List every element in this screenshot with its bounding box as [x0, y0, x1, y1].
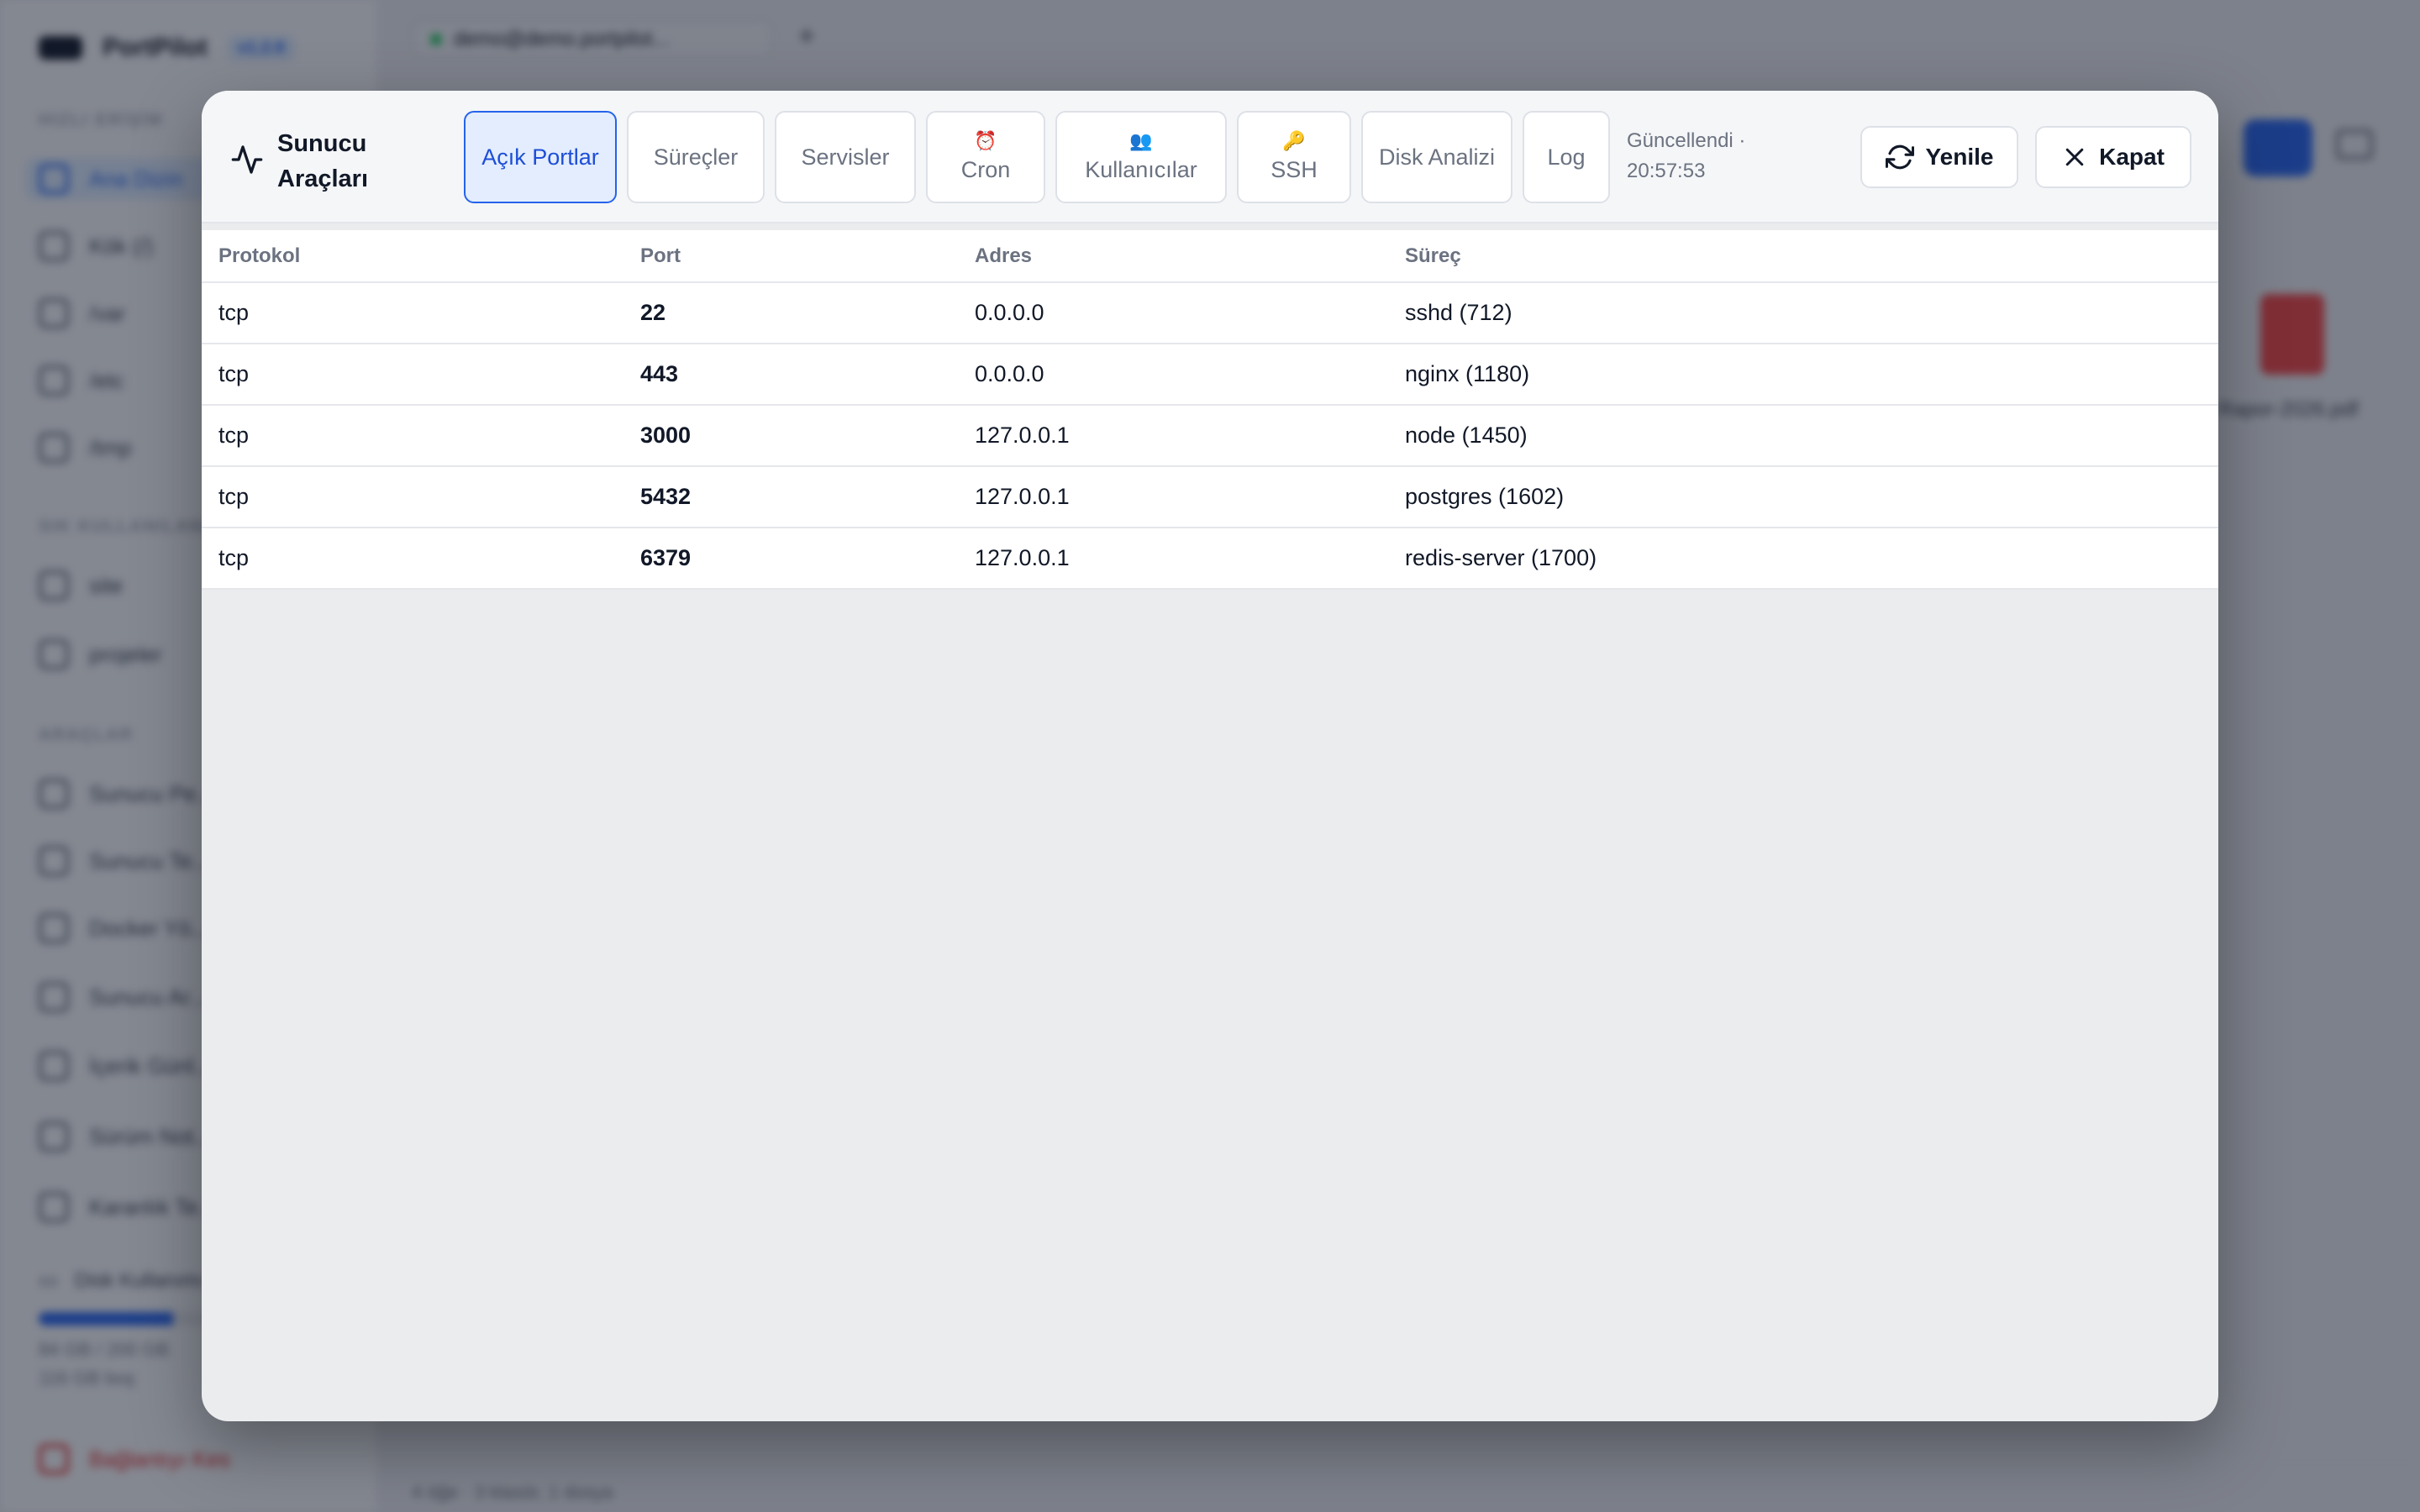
cell-port: 443 — [623, 344, 958, 406]
refresh-button[interactable]: Yenile — [1860, 126, 2018, 188]
users-icon: 👥 — [1129, 130, 1153, 151]
last-updated-label: Güncellendi · — [1627, 129, 1746, 152]
close-label: Kapat — [2099, 144, 2165, 170]
cell-process: nginx (1180) — [1388, 344, 2218, 406]
key-icon: 🔑 — [1282, 130, 1306, 151]
modal-title-group: Sunucu Araçları — [230, 126, 429, 197]
table-row[interactable]: tcp 443 0.0.0.0 nginx (1180) — [202, 344, 2218, 406]
tab-ssh[interactable]: 🔑 SSH — [1237, 111, 1351, 203]
column-header-protocol[interactable]: Protokol — [202, 230, 623, 283]
close-icon — [2065, 148, 2084, 166]
cell-port: 3000 — [623, 405, 958, 467]
tab-label: Süreçler — [653, 144, 739, 170]
cell-port: 22 — [623, 282, 958, 344]
cell-protocol: tcp — [202, 344, 623, 406]
table-row[interactable]: tcp 3000 127.0.0.1 node (1450) — [202, 405, 2218, 467]
cell-protocol: tcp — [202, 466, 623, 528]
cell-protocol: tcp — [202, 282, 623, 344]
tab-users[interactable]: 👥 Kullanıcılar — [1055, 111, 1227, 203]
column-header-port[interactable]: Port — [623, 230, 958, 283]
tab-log[interactable]: Log — [1523, 111, 1610, 203]
tab-services[interactable]: Servisler — [775, 111, 916, 203]
open-ports-table: Protokol Port Adres Süreç tcp 22 0.0.0.0… — [202, 230, 2218, 590]
cell-address: 127.0.0.1 — [958, 405, 1388, 467]
tab-label: Cron — [960, 157, 1011, 182]
table-header-row: Protokol Port Adres Süreç — [202, 230, 2218, 283]
modal-title: Sunucu Araçları — [277, 130, 369, 192]
cell-process: postgres (1602) — [1388, 466, 2218, 528]
tab-open-ports[interactable]: Açık Portlar — [464, 111, 617, 203]
cell-address: 0.0.0.0 — [958, 344, 1388, 406]
tab-label: Disk Analizi — [1378, 144, 1496, 170]
cell-process: node (1450) — [1388, 405, 2218, 467]
table-row[interactable]: tcp 5432 127.0.0.1 postgres (1602) — [202, 466, 2218, 528]
modal-header: Sunucu Araçları Açık Portlar Süreçler Se… — [202, 91, 2218, 223]
last-updated: Güncellendi · 20:57:53 — [1627, 126, 1745, 186]
cell-protocol: tcp — [202, 405, 623, 467]
refresh-icon — [1885, 144, 1914, 170]
open-ports-table-wrap: Protokol Port Adres Süreç tcp 22 0.0.0.0… — [202, 230, 2218, 590]
tab-label: SSH — [1270, 157, 1318, 182]
column-header-address[interactable]: Adres — [958, 230, 1388, 283]
cell-address: 127.0.0.1 — [958, 466, 1388, 528]
cell-address: 127.0.0.1 — [958, 528, 1388, 590]
tab-cron[interactable]: ⏰ Cron — [926, 111, 1045, 203]
table-row[interactable]: tcp 6379 127.0.0.1 redis-server (1700) — [202, 528, 2218, 590]
cell-port: 6379 — [623, 528, 958, 590]
table-row[interactable]: tcp 22 0.0.0.0 sshd (712) — [202, 282, 2218, 344]
close-button[interactable]: Kapat — [2035, 126, 2191, 188]
alarm-clock-icon: ⏰ — [974, 130, 997, 151]
activity-icon — [231, 145, 263, 174]
cell-process: redis-server (1700) — [1388, 528, 2218, 590]
server-tools-modal: Sunucu Araçları Açık Portlar Süreçler Se… — [202, 91, 2218, 1421]
tab-label: Kullanıcılar — [1085, 157, 1197, 182]
refresh-label: Yenile — [1925, 144, 1994, 170]
cell-address: 0.0.0.0 — [958, 282, 1388, 344]
tab-label: Log — [1547, 144, 1586, 170]
cell-process: sshd (712) — [1388, 282, 2218, 344]
tab-label: Açık Portlar — [481, 144, 599, 170]
cell-port: 5432 — [623, 466, 958, 528]
tab-disk-analysis[interactable]: Disk Analizi — [1361, 111, 1512, 203]
last-updated-time: 20:57:53 — [1627, 160, 1706, 182]
tab-processes[interactable]: Süreçler — [627, 111, 765, 203]
column-header-process[interactable]: Süreç — [1388, 230, 2218, 283]
cell-protocol: tcp — [202, 528, 623, 590]
tab-label: Servisler — [801, 144, 890, 170]
